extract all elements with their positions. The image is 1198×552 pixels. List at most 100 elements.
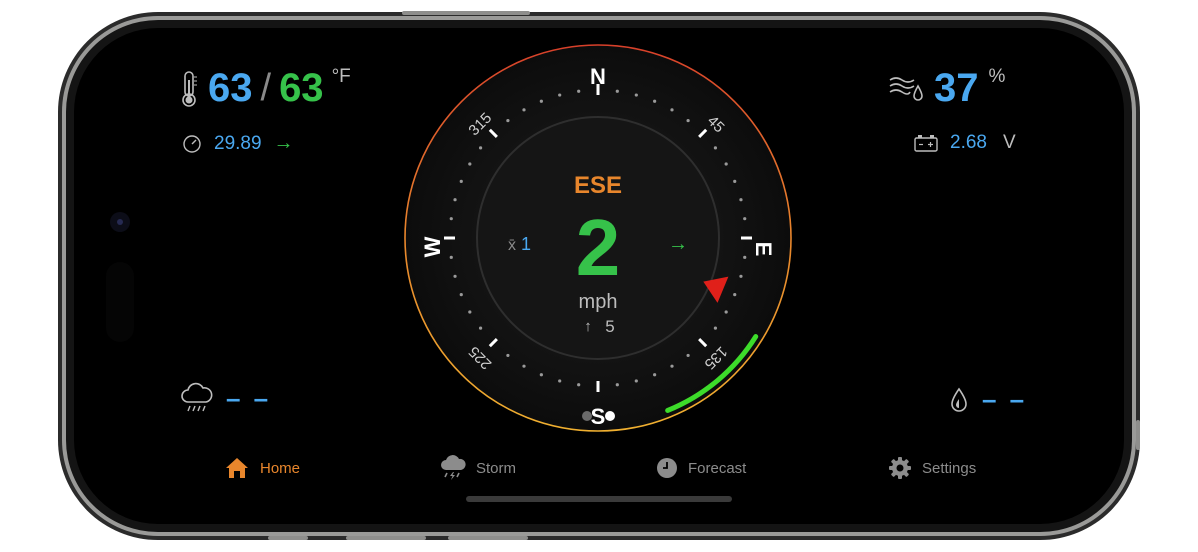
minor-tick-dot bbox=[653, 373, 657, 377]
minor-tick-dot bbox=[478, 326, 483, 330]
tab-home-label: Home bbox=[260, 459, 301, 477]
humidity-unit: % bbox=[988, 66, 1006, 87]
temperature-low: 63 bbox=[279, 66, 324, 110]
tab-settings[interactable]: Settings bbox=[888, 450, 976, 486]
minor-tick-dot bbox=[453, 274, 457, 278]
volume-down-button bbox=[448, 536, 528, 540]
temperature-unit: °F bbox=[331, 66, 351, 87]
tab-forecast[interactable]: Forecast bbox=[656, 450, 746, 486]
minor-tick-dot bbox=[686, 353, 690, 358]
cardinal-south: S bbox=[591, 404, 606, 429]
humidity-readout[interactable]: 37 % bbox=[888, 64, 1005, 112]
minor-tick-dot bbox=[686, 118, 690, 123]
temperature-high: 63 bbox=[208, 66, 253, 110]
battery-unit: V bbox=[1002, 132, 1016, 153]
wind-speed-unit: mph bbox=[579, 291, 618, 313]
home-icon bbox=[226, 458, 248, 478]
minor-tick-dot bbox=[713, 326, 718, 330]
minor-tick-dot bbox=[743, 255, 747, 259]
cardinal-north: N bbox=[590, 64, 606, 89]
minor-tick-dot bbox=[506, 353, 510, 358]
side-button bbox=[1136, 420, 1140, 450]
water-drop-icon bbox=[951, 387, 967, 412]
minor-tick-dot bbox=[449, 217, 453, 221]
minor-tick-dot bbox=[449, 255, 453, 259]
pressure-trend-arrow: → bbox=[273, 132, 294, 154]
minor-tick-dot bbox=[634, 93, 638, 97]
minor-tick-dot bbox=[468, 162, 472, 166]
minor-tick-dot bbox=[733, 179, 737, 183]
thermometer-icon bbox=[182, 71, 197, 107]
minor-tick-dot bbox=[733, 293, 737, 297]
gust-arrow: ↑ bbox=[584, 318, 592, 335]
minor-tick-dot bbox=[468, 310, 472, 314]
minor-tick-dot bbox=[615, 383, 619, 387]
minor-tick-dot bbox=[577, 89, 581, 93]
tab-settings-label: Settings bbox=[922, 459, 977, 477]
battery-value: 2.68 bbox=[950, 132, 987, 153]
rain-value: – – bbox=[226, 382, 272, 413]
clock-icon bbox=[657, 458, 677, 478]
barometer-icon bbox=[183, 134, 201, 153]
dew-readout[interactable]: – – bbox=[948, 384, 1027, 415]
action-button bbox=[268, 536, 308, 540]
minor-tick-dot bbox=[459, 293, 463, 297]
minor-tick-dot bbox=[558, 93, 562, 97]
minor-tick-dot bbox=[724, 310, 728, 314]
tab-storm-label: Storm bbox=[476, 459, 517, 477]
average-symbol: x̄ bbox=[508, 237, 516, 254]
minor-tick-dot bbox=[539, 373, 543, 377]
storm-icon bbox=[441, 455, 466, 480]
minor-tick-dot bbox=[615, 89, 619, 93]
cardinal-east: E bbox=[751, 242, 776, 257]
rain-cloud-icon bbox=[181, 382, 213, 412]
page-dot-1[interactable] bbox=[582, 411, 592, 421]
dynamic-island bbox=[106, 262, 134, 342]
pressure-readout[interactable]: 29.89 → bbox=[182, 132, 294, 155]
temperature-readout[interactable]: 63 / 63 °F bbox=[180, 64, 351, 112]
volume-up-button bbox=[346, 536, 426, 540]
minor-tick-dot bbox=[522, 364, 526, 368]
minor-tick-dot bbox=[739, 274, 743, 278]
rain-readout[interactable]: – – bbox=[180, 382, 271, 414]
minor-tick-dot bbox=[453, 198, 457, 202]
volume-button bbox=[402, 11, 530, 15]
cardinal-west: W bbox=[420, 236, 445, 257]
gust-value: 5 bbox=[605, 317, 614, 336]
tab-storm[interactable]: Storm bbox=[440, 450, 516, 486]
minor-tick-dot bbox=[577, 383, 581, 387]
gear-icon bbox=[889, 457, 911, 479]
tab-home[interactable]: Home bbox=[224, 450, 300, 486]
pressure-value: 29.89 bbox=[214, 132, 262, 154]
minor-tick-dot bbox=[539, 99, 543, 103]
wind-trend-arrow: → bbox=[668, 233, 688, 255]
minor-tick-dot bbox=[558, 379, 562, 383]
wind-compass[interactable]: N E S W 45 135 225 315 ESE 2 mph x̄ 1 → … bbox=[398, 38, 798, 438]
page-dot-2[interactable] bbox=[605, 411, 615, 421]
wind-speed-value: 2 bbox=[576, 203, 621, 292]
average-wind-value: 1 bbox=[521, 234, 531, 254]
wind-direction-text: ESE bbox=[574, 172, 622, 199]
tab-bar: Home Storm Forecast Settings bbox=[74, 450, 1124, 486]
home-indicator[interactable] bbox=[466, 496, 732, 502]
minor-tick-dot bbox=[670, 364, 674, 368]
minor-tick-dot bbox=[653, 99, 657, 103]
minor-tick-dot bbox=[739, 198, 743, 202]
dew-value: – – bbox=[982, 384, 1028, 414]
minor-tick-dot bbox=[459, 179, 463, 183]
minor-tick-dot bbox=[743, 217, 747, 221]
humidity-value: 37 bbox=[934, 66, 979, 110]
minor-tick-dot bbox=[634, 379, 638, 383]
humidity-icon bbox=[889, 77, 923, 101]
minor-tick-dot bbox=[506, 118, 510, 123]
minor-tick-dot bbox=[478, 146, 483, 150]
minor-tick-dot bbox=[670, 108, 674, 112]
battery-icon bbox=[914, 135, 938, 152]
tab-forecast-label: Forecast bbox=[688, 459, 747, 477]
minor-tick-dot bbox=[522, 108, 526, 112]
front-camera bbox=[110, 212, 130, 232]
temperature-separator: / bbox=[260, 67, 272, 109]
minor-tick-dot bbox=[713, 146, 718, 150]
battery-readout[interactable]: 2.68 V bbox=[914, 132, 1016, 154]
minor-tick-dot bbox=[724, 162, 728, 166]
